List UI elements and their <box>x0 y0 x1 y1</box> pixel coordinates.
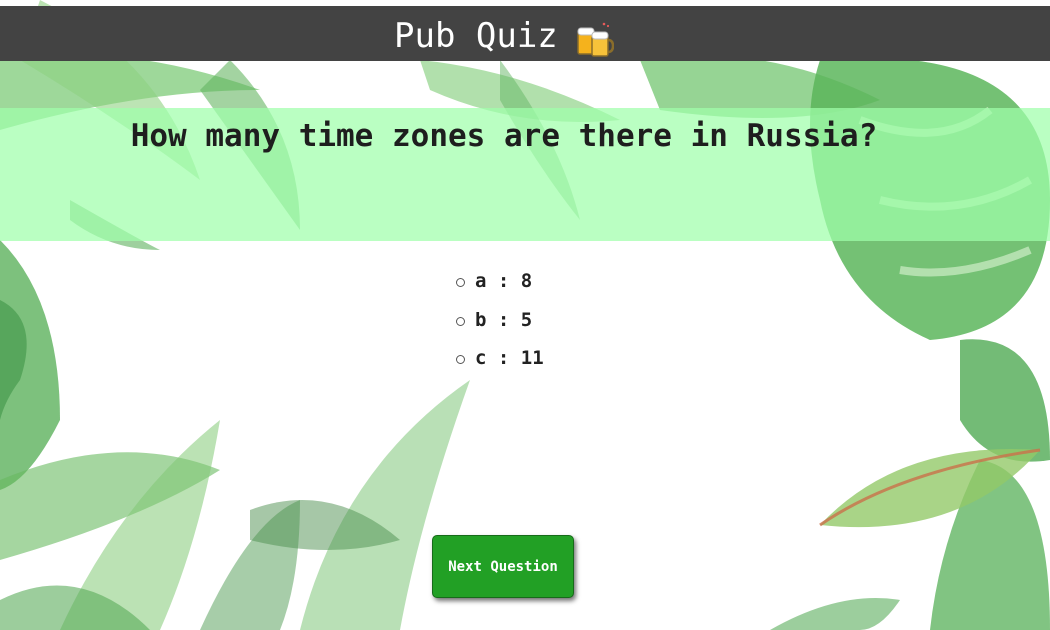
answer-option-b[interactable]: b : 5 <box>456 301 544 340</box>
answer-option-label: c : 11 <box>475 347 544 370</box>
answer-options: a : 8 b : 5 c : 11 <box>456 262 544 378</box>
next-question-button[interactable]: Next Question <box>432 535 574 598</box>
radio-button-icon[interactable] <box>456 316 465 326</box>
answer-option-label: b : 5 <box>475 308 533 331</box>
app-title: Pub Quiz <box>394 16 558 56</box>
radio-button-icon[interactable] <box>456 278 465 288</box>
app-header: Pub Quiz <box>0 6 1050 61</box>
leaf-right-side <box>770 339 1050 630</box>
radio-button-icon[interactable] <box>456 355 465 365</box>
beer-mugs-icon <box>577 22 614 57</box>
answer-option-label: a : 8 <box>475 270 533 293</box>
fern-leaf-left <box>0 200 160 490</box>
answer-option-c[interactable]: c : 11 <box>456 339 544 378</box>
answer-option-a[interactable]: a : 8 <box>456 262 544 301</box>
question-text: How many time zones are there in Russia? <box>130 118 878 154</box>
question-banner: How many time zones are there in Russia? <box>0 108 1050 241</box>
